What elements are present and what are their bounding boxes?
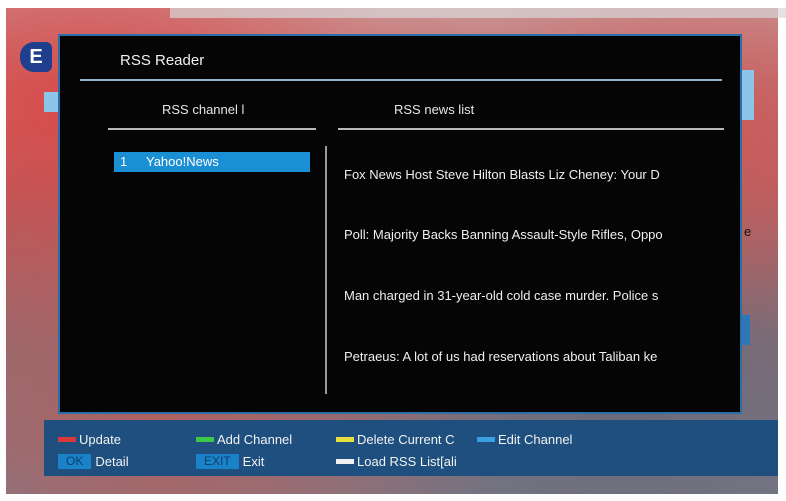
update-key[interactable]: Update bbox=[58, 432, 121, 447]
channel-name: Yahoo!News bbox=[146, 154, 219, 169]
background-side-strip bbox=[44, 92, 58, 112]
background-top-strip bbox=[170, 8, 786, 18]
blue-button-icon bbox=[477, 437, 495, 442]
title-divider bbox=[80, 79, 722, 81]
detail-label: Detail bbox=[95, 454, 129, 469]
rss-reader-dialog: RSS Reader RSS channel l RSS news list 1… bbox=[58, 34, 742, 414]
exit-button-icon: EXIT bbox=[196, 454, 239, 469]
ok-button-icon: OK bbox=[58, 454, 92, 469]
edit-channel-label: Edit Channel bbox=[498, 432, 573, 447]
dialog-title: RSS Reader bbox=[120, 52, 205, 69]
edit-channel-key[interactable]: Edit Channel bbox=[477, 432, 572, 447]
red-button-icon bbox=[58, 437, 76, 442]
delete-current-key[interactable]: Delete Current C bbox=[336, 432, 455, 447]
channel-badge: E bbox=[20, 42, 52, 72]
news-list-header: RSS news list bbox=[394, 102, 475, 117]
news-item[interactable]: Man charged in 31-year-old cold case mur… bbox=[344, 288, 718, 303]
news-item[interactable]: Poll: Majority Backs Banning Assault-Sty… bbox=[344, 227, 718, 242]
background-right-strip bbox=[742, 70, 754, 120]
update-label: Update bbox=[79, 432, 121, 447]
load-rss-key[interactable]: Load RSS List[ali bbox=[336, 454, 457, 469]
green-button-icon bbox=[196, 437, 214, 442]
load-rss-label: Load RSS List[ali bbox=[357, 454, 457, 469]
key-legend-bar: Update Add Channel Delete Current C Edit… bbox=[44, 420, 778, 476]
news-item[interactable]: Petraeus: A lot of us had reservations a… bbox=[344, 349, 718, 364]
add-channel-label: Add Channel bbox=[217, 432, 293, 447]
add-channel-key[interactable]: Add Channel bbox=[196, 432, 292, 447]
news-header-rule bbox=[338, 128, 724, 130]
channel-list-header: RSS channel l bbox=[162, 102, 245, 117]
channel-header-rule bbox=[108, 128, 316, 130]
channel-number: 1 bbox=[120, 154, 128, 169]
exit-label: Exit bbox=[242, 454, 265, 469]
ok-detail-key[interactable]: OK Detail bbox=[58, 454, 129, 469]
yellow-button-icon bbox=[336, 437, 354, 442]
news-item[interactable]: Fox News Host Steve Hilton Blasts Liz Ch… bbox=[344, 167, 718, 182]
white-button-icon bbox=[336, 459, 354, 464]
delete-current-label: Delete Current C bbox=[357, 432, 455, 447]
column-divider bbox=[325, 146, 327, 394]
channel-list-item[interactable]: 1 Yahoo!News bbox=[114, 152, 310, 172]
background-stray-text: e bbox=[744, 224, 752, 239]
background-right-strip-lower bbox=[742, 315, 750, 345]
exit-key[interactable]: EXIT Exit bbox=[196, 454, 264, 469]
